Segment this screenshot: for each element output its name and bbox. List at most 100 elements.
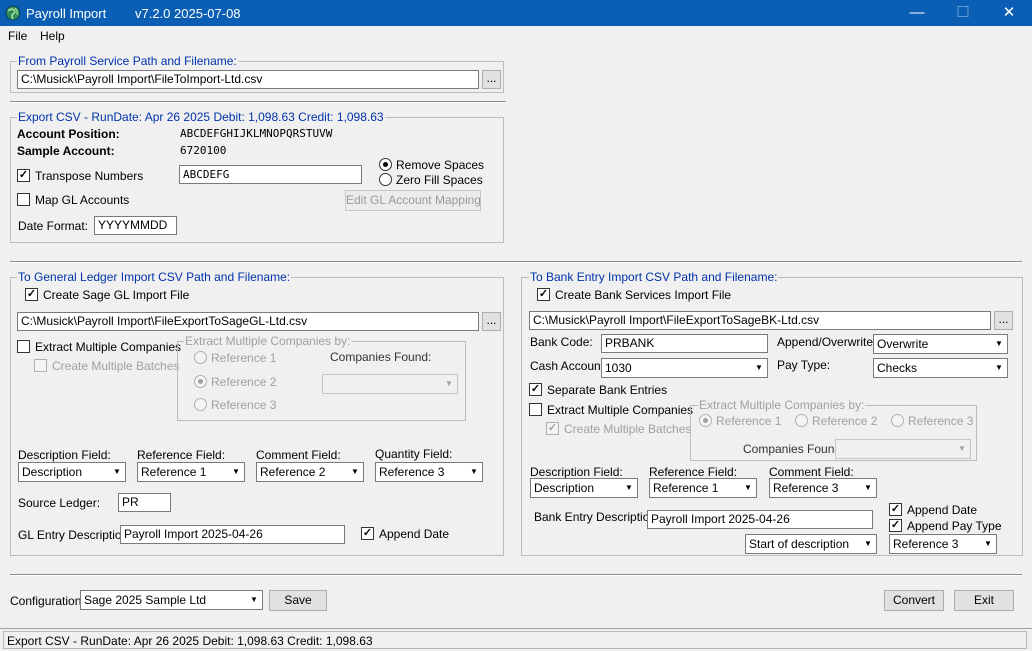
separate-entries-checkbox[interactable]: ✓ [529, 383, 542, 396]
create-gl-checkbox[interactable]: ✓ [25, 288, 38, 301]
bank-desc-position-select[interactable]: Start of description ▼ [745, 534, 877, 554]
bank-extract-multi-checkbox[interactable] [529, 403, 542, 416]
check-icon: ✓ [538, 288, 549, 300]
status-bar: Export CSV - RunDate: Apr 26 2025 Debit:… [0, 628, 1032, 651]
bank-ref1-radio[interactable] [699, 414, 712, 427]
gl-ref3-label: Reference 3 [211, 398, 277, 412]
chevron-down-icon: ▼ [740, 479, 756, 497]
bank-append-reference-select[interactable]: Reference 3 ▼ [889, 534, 997, 554]
source-ledger-input[interactable]: PR [118, 493, 171, 512]
source-group-title: From Payroll Service Path and Filename: [17, 54, 238, 68]
separator [10, 574, 1022, 576]
gl-ref2-radio[interactable] [194, 375, 207, 388]
menu-help[interactable]: Help [40, 29, 65, 43]
gl-comment-field-select[interactable]: Reference 2 ▼ [256, 462, 364, 482]
close-button[interactable]: ✕ [986, 0, 1032, 26]
bank-comment-field-select[interactable]: Reference 3 ▼ [769, 478, 877, 498]
transpose-input[interactable]: ABCDEFG [179, 165, 362, 184]
gl-ref1-radio[interactable] [194, 351, 207, 364]
radio-dot-icon [198, 379, 203, 384]
bank-code-input[interactable]: PRBANK [601, 334, 768, 353]
transpose-label: Transpose Numbers [35, 169, 144, 183]
menu-file[interactable]: File [8, 29, 27, 43]
chevron-down-icon: ▼ [228, 463, 244, 481]
cash-account-select[interactable]: 1030 ▼ [601, 358, 768, 378]
bank-companies-found-select[interactable]: ▼ [835, 439, 971, 459]
bank-entry-desc-input[interactable]: Payroll Import 2025-04-26 [647, 510, 873, 529]
edit-gl-mapping-button[interactable]: Edit GL Account Mapping [345, 190, 481, 211]
status-text: Export CSV - RunDate: Apr 26 2025 Debit:… [3, 631, 1027, 649]
gl-ref2-label: Reference 2 [211, 375, 277, 389]
check-icon: ✓ [530, 383, 541, 395]
bank-browse-button[interactable]: ... [994, 311, 1013, 330]
select-value: Reference 1 [141, 465, 207, 479]
save-button[interactable]: Save [269, 590, 327, 611]
sample-account-value: 6720100 [180, 144, 227, 157]
gl-ref3-radio[interactable] [194, 398, 207, 411]
minimize-button[interactable]: — [894, 0, 940, 26]
gl-companies-found-select[interactable]: ▼ [322, 374, 458, 394]
create-bank-checkbox[interactable]: ✓ [537, 288, 550, 301]
gl-extract-multi-checkbox[interactable] [17, 340, 30, 353]
gl-reference-field-label: Reference Field: [137, 448, 226, 462]
bank-reference-field-select[interactable]: Reference 1 ▼ [649, 478, 757, 498]
maximize-button[interactable]: ☐ [940, 0, 986, 26]
create-bank-label: Create Bank Services Import File [555, 288, 732, 302]
chevron-down-icon: ▼ [954, 440, 970, 458]
maximize-icon: ☐ [956, 4, 970, 21]
menu-bar: File Help [0, 26, 1032, 44]
append-overwrite-select[interactable]: Overwrite ▼ [873, 334, 1008, 354]
select-value: Sage 2025 Sample Ltd [84, 593, 207, 607]
bank-append-pay-type-checkbox[interactable]: ✓ [889, 519, 902, 532]
chevron-down-icon: ▼ [347, 463, 363, 481]
bank-extract-by-title: Extract Multiple Companies by: [698, 398, 866, 412]
gl-quantity-field-select[interactable]: Reference 3 ▼ [375, 462, 483, 482]
bank-ref3-radio[interactable] [891, 414, 904, 427]
gl-comment-field-label: Comment Field: [256, 448, 341, 462]
gl-description-field-select[interactable]: Description ▼ [18, 462, 126, 482]
window-title: Payroll Import [26, 6, 107, 21]
bank-reference-field-label: Reference Field: [649, 465, 738, 479]
bank-description-field-select[interactable]: Description ▼ [530, 478, 638, 498]
chevron-down-icon: ▼ [991, 359, 1007, 377]
select-value: Reference 3 [773, 481, 839, 495]
map-gl-checkbox[interactable] [17, 193, 30, 206]
bank-create-batches-checkbox[interactable]: ✓ [546, 422, 559, 435]
gl-browse-button[interactable]: ... [482, 312, 501, 331]
gl-reference-field-select[interactable]: Reference 1 ▼ [137, 462, 245, 482]
select-value: Checks [877, 361, 918, 375]
bank-ref3-label: Reference 3 [908, 414, 974, 428]
app-globe-icon [5, 5, 21, 21]
select-value: Overwrite [877, 337, 929, 351]
remove-spaces-radio[interactable] [379, 158, 392, 171]
transpose-checkbox[interactable]: ✓ [17, 169, 30, 182]
date-format-input[interactable]: YYYYMMDD [94, 216, 177, 235]
pay-type-select[interactable]: Checks ▼ [873, 358, 1008, 378]
gl-path-input[interactable]: C:\Musick\Payroll Import\FileExportToSag… [17, 312, 479, 331]
select-value: Reference 1 [653, 481, 719, 495]
bank-path-input[interactable]: C:\Musick\Payroll Import\FileExportToSag… [529, 311, 991, 330]
gl-extract-by-title: Extract Multiple Companies by: [184, 334, 352, 348]
map-gl-label: Map GL Accounts [35, 193, 130, 207]
source-browse-button[interactable]: ... [482, 70, 501, 89]
gl-create-batches-label: Create Multiple Batches [52, 359, 180, 373]
zero-fill-radio[interactable] [379, 173, 392, 186]
configuration-select[interactable]: Sage 2025 Sample Ltd ▼ [80, 590, 263, 610]
gl-create-batches-checkbox[interactable] [34, 359, 47, 372]
radio-dot-icon [383, 162, 388, 167]
gl-companies-found-label: Companies Found: [330, 350, 432, 364]
convert-button[interactable]: Convert [884, 590, 944, 611]
gl-entry-desc-input[interactable]: Payroll Import 2025-04-26 [120, 525, 345, 544]
gl-entry-desc-label: GL Entry Description [18, 528, 129, 542]
separator [10, 261, 1022, 263]
bank-comment-field-label: Comment Field: [769, 465, 854, 479]
source-path-input[interactable]: C:\Musick\Payroll Import\FileToImport-Lt… [17, 70, 479, 89]
exit-button[interactable]: Exit [954, 590, 1014, 611]
gl-group-title: To General Ledger Import CSV Path and Fi… [17, 270, 292, 284]
configuration-label: Configuration: [10, 594, 85, 608]
bank-append-date-checkbox[interactable]: ✓ [889, 503, 902, 516]
bank-append-pay-type-label: Append Pay Type [907, 519, 1002, 533]
bank-ref2-radio[interactable] [795, 414, 808, 427]
gl-append-date-checkbox[interactable]: ✓ [361, 527, 374, 540]
select-value: Reference 3 [893, 537, 959, 551]
